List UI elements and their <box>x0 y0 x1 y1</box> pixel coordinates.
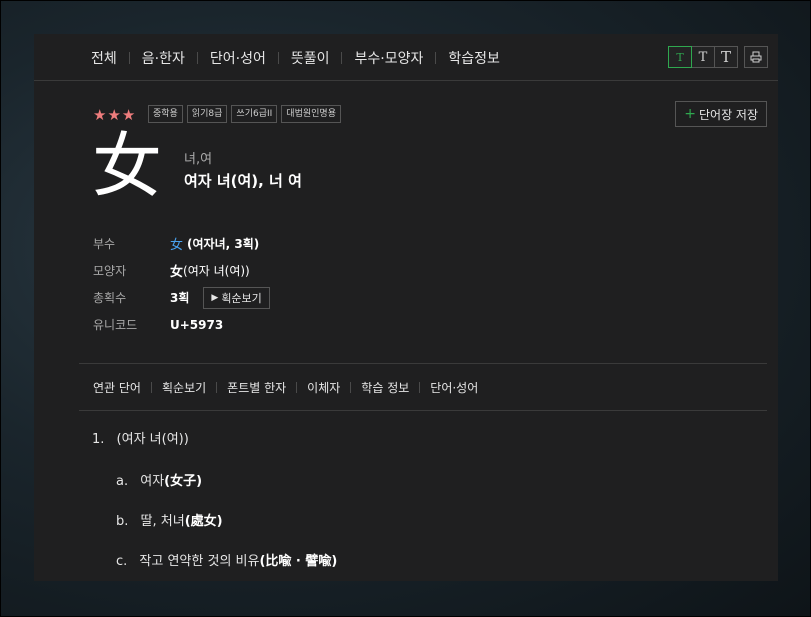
font-large-button[interactable]: T <box>714 46 738 68</box>
print-button[interactable] <box>744 46 768 68</box>
sub-hanja: (比喩 · 譬喩) <box>259 554 338 569</box>
dictionary-panel: 전체 음·한자 단어·성어 뜻풀이 부수·모양자 학습정보 T T T ★★★ … <box>34 34 778 581</box>
info-label: 부수 <box>93 237 116 251</box>
hanja-glyph: 女 <box>92 125 162 207</box>
radical-link[interactable]: 女 <box>170 234 183 253</box>
info-label: 유니코드 <box>93 318 138 332</box>
sub-letter: c. <box>116 554 128 569</box>
shape-char: 女 <box>170 265 184 280</box>
unicode-value: U+5973 <box>170 317 224 332</box>
subtab-font-hanja[interactable]: 폰트별 한자 <box>217 379 296 396</box>
sub-letter: b. <box>116 514 129 529</box>
tab-study-info[interactable]: 학습정보 <box>436 48 512 68</box>
badge-list: 중학용 읽기8급 쓰기6급II 대법원인명용 <box>148 105 345 123</box>
hanja-meaning: 여자 녀(여), 너 여 <box>184 172 302 190</box>
badge-reading-level: 읽기8급 <box>186 105 228 123</box>
divider <box>79 410 767 411</box>
info-value: 3획 ▶ 획순보기 <box>170 286 270 309</box>
top-nav: 전체 음·한자 단어·성어 뜻풀이 부수·모양자 학습정보 T T T <box>34 34 778 81</box>
level-stars: ★★★ <box>93 106 137 124</box>
sub-text: 딸, 처녀 <box>140 514 185 529</box>
info-value: 女 (여자 녀(여)) <box>170 261 250 280</box>
tab-all[interactable]: 전체 <box>91 48 129 68</box>
tab-words-idioms[interactable]: 단어·성어 <box>198 48 278 68</box>
info-table: 부수 女 (여자녀, 3획) 모양자 女 (여자 녀(여)) 총획수 3획 ▶ … <box>93 230 270 338</box>
plus-icon: + <box>684 106 696 122</box>
definition-main: 1. (여자 녀(여)) <box>92 428 189 447</box>
stroke-count: 3획 <box>170 291 190 305</box>
tab-definitions[interactable]: 뜻풀이 <box>279 48 342 68</box>
definition-sub-item: c. 작고 연약한 것의 비유(比喩 · 譬喩) <box>116 550 337 569</box>
save-button-label: 단어장 저장 <box>698 107 758 122</box>
sub-text: 여자 <box>140 474 165 489</box>
stroke-order-label: 획순보기 <box>221 291 262 305</box>
font-small-button[interactable]: T <box>668 46 692 68</box>
info-row-strokes: 총획수 3획 ▶ 획순보기 <box>93 284 270 311</box>
save-to-wordbook-button[interactable]: + 단어장 저장 <box>675 101 767 127</box>
badge-name-use: 대법원인명용 <box>281 105 341 123</box>
definition-sub-item: a. 여자(女子) <box>116 470 202 489</box>
font-size-controls: T T T <box>668 46 768 68</box>
info-label: 모양자 <box>93 264 127 278</box>
sub-hanja: (處女) <box>184 514 223 529</box>
play-icon: ▶ <box>211 292 219 303</box>
subtab-related-words[interactable]: 연관 단어 <box>93 379 151 396</box>
stroke-order-button[interactable]: ▶ 획순보기 <box>203 286 270 309</box>
font-medium-button[interactable]: T <box>691 46 715 68</box>
subtab-words-idioms[interactable]: 단어·성어 <box>420 379 488 396</box>
definition-number: 1. <box>92 432 105 447</box>
subtab-stroke-order[interactable]: 획순보기 <box>152 379 216 396</box>
info-row-radical: 부수 女 (여자녀, 3획) <box>93 230 270 257</box>
definition-text: (여자 녀(여)) <box>116 432 189 447</box>
divider <box>79 363 767 364</box>
info-value: 女 (여자녀, 3획) <box>170 234 259 253</box>
sub-hanja: (女子) <box>164 474 203 489</box>
printer-icon <box>750 51 762 63</box>
hanja-reading: 녀,여 <box>184 152 213 167</box>
info-row-shape: 모양자 女 (여자 녀(여)) <box>93 257 270 284</box>
badge-middle-school: 중학용 <box>148 105 183 123</box>
subtab-study-info[interactable]: 학습 정보 <box>351 379 419 396</box>
sub-letter: a. <box>116 474 129 489</box>
tab-radical-shape[interactable]: 부수·모양자 <box>342 48 435 68</box>
shape-detail: (여자 녀(여)) <box>183 264 250 278</box>
info-row-unicode: 유니코드 U+5973 <box>93 311 270 338</box>
tab-reading-hanja[interactable]: 음·한자 <box>130 48 197 68</box>
definition-sub-item: b. 딸, 처녀(處女) <box>116 510 223 529</box>
sub-text: 작고 연약한 것의 비유 <box>139 554 260 569</box>
badge-writing-level: 쓰기6급II <box>231 105 278 123</box>
radical-detail: (여자녀, 3획) <box>187 237 260 251</box>
info-label: 총획수 <box>93 291 127 305</box>
subtab-variants[interactable]: 이체자 <box>297 379 350 396</box>
detail-tabs: 연관 단어 획순보기 폰트별 한자 이체자 학습 정보 단어·성어 <box>93 379 488 396</box>
section-tabs: 전체 음·한자 단어·성어 뜻풀이 부수·모양자 학습정보 <box>91 48 512 68</box>
